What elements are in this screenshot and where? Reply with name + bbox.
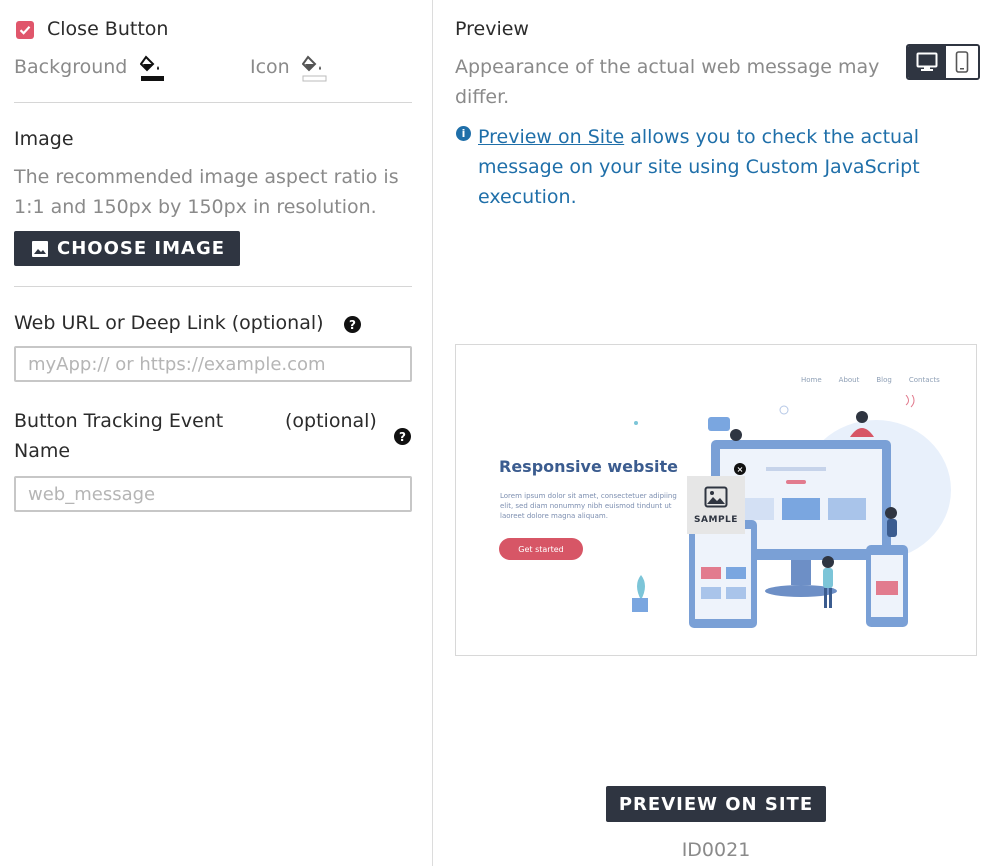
mobile-icon [955,51,969,73]
web-url-placeholder: myApp:// or https://example.com [28,353,326,375]
desktop-view-button[interactable] [908,46,946,78]
divider [14,286,412,287]
background-color-picker[interactable] [139,52,166,82]
web-url-input[interactable]: myApp:// or https://example.com [14,346,412,382]
info-text-rest: allows you to check the actual [630,126,919,148]
tracking-label-line2: Name [14,440,71,462]
mobile-view-button[interactable] [946,46,978,78]
preview-on-site-link[interactable]: Preview on Site [478,126,624,148]
preview-title: Preview [455,18,529,40]
desktop-icon [916,52,938,71]
mock-cta: Get started [499,538,583,560]
mock-nav-blog: Blog [876,376,892,384]
image-description-line1: The recommended image aspect ratio is [14,166,399,188]
preview-note-line1: Appearance of the actual web message may [455,56,880,78]
mock-nav: Home About Blog Contacts [801,376,940,384]
panel-divider [432,0,433,866]
help-icon[interactable]: ? [394,428,411,445]
mock-nav-about: About [838,376,860,384]
icon-color-label: Icon [250,56,290,78]
close-button-label: Close Button [47,18,169,40]
preview-on-site-label: PREVIEW ON SITE [618,793,814,815]
divider [14,102,412,103]
help-icon[interactable]: ? [344,316,361,333]
check-icon [19,26,31,35]
preview-frame: Home About Blog Contacts Responsive webs… [455,344,977,656]
device-toggle [906,44,980,80]
tracking-label-line1: Button Tracking Event [14,410,224,432]
sample-image-placeholder: SAMPLE [687,476,745,534]
preview-note-line2: differ. [455,86,510,108]
tracking-event-placeholder: web_message [28,483,156,505]
choose-image-label: CHOOSE IMAGE [57,238,226,259]
info-line2: message on your site using Custom JavaSc… [478,156,920,178]
paint-bucket-icon [301,55,327,82]
paint-bucket-icon [139,55,164,81]
image-description-line2: 1:1 and 150px by 150px in resolution. [14,196,377,218]
sample-label: SAMPLE [694,515,738,525]
image-icon [32,240,48,257]
close-button-checkbox[interactable] [16,21,34,39]
info-line3: execution. [478,186,577,208]
info-icon: i [456,126,471,141]
website-illustration [632,395,951,628]
mock-nav-contacts: Contacts [908,376,940,384]
icon-color-picker[interactable] [301,52,328,82]
message-id: ID0021 [681,839,751,861]
mock-nav-home: Home [801,376,822,384]
close-icon: × [734,463,746,475]
choose-image-button[interactable]: CHOOSE IMAGE [14,231,240,266]
image-section-title: Image [14,128,74,150]
tracking-label-optional: (optional) [285,410,377,432]
tracking-event-input[interactable]: web_message [14,476,412,512]
preview-on-site-button[interactable]: PREVIEW ON SITE [606,786,826,822]
image-icon [704,486,728,508]
info-line1: Preview on Site allows you to check the … [478,125,919,149]
web-url-label: Web URL or Deep Link (optional) [14,312,324,334]
background-label: Background [14,56,128,78]
